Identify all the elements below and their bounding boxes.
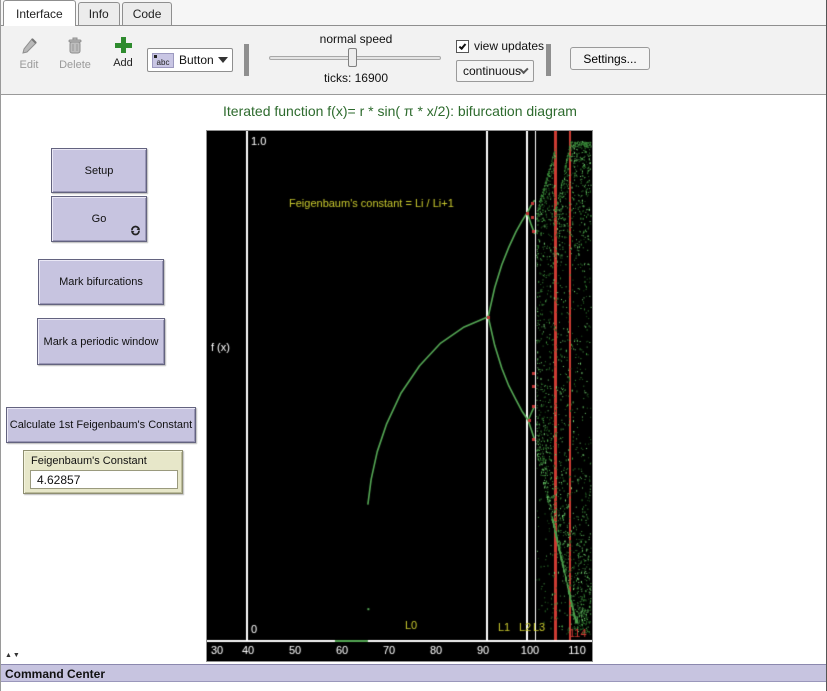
edit-label: Edit (20, 59, 39, 71)
view-updates-checkbox[interactable] (456, 40, 469, 53)
add-button[interactable]: Add (103, 36, 143, 69)
bifurcation-plot (206, 130, 593, 662)
update-mode-dropdown[interactable]: continuous (456, 60, 534, 82)
delete-label: Delete (59, 59, 91, 71)
view-updates-row: view updates (456, 39, 544, 53)
chevron-down-icon (218, 57, 228, 63)
tab-interface[interactable]: Interface (3, 0, 76, 26)
mark-bifurcations-label: Mark bifurcations (59, 276, 143, 288)
widget-type-dropdown[interactable]: abc Button (147, 48, 233, 72)
go-button[interactable]: Go (51, 196, 147, 242)
toolbar-separator (546, 44, 551, 76)
command-center: Command Center (1, 663, 827, 691)
edit-button[interactable]: Edit (9, 36, 49, 71)
pencil-icon (19, 36, 39, 56)
delete-button[interactable]: Delete (53, 36, 97, 71)
speed-slider-label: normal speed (273, 32, 439, 46)
widget-type-value: Button (179, 53, 218, 67)
mark-periodic-window-button[interactable]: Mark a periodic window (37, 318, 165, 365)
plot-canvas (207, 131, 592, 661)
go-label: Go (92, 213, 107, 225)
toolbar: Edit Delete Add abc Button normal speed … (1, 26, 827, 95)
check-icon (459, 42, 467, 50)
plus-icon (114, 36, 132, 54)
setup-label: Setup (85, 165, 114, 177)
speed-slider-thumb[interactable] (348, 48, 357, 67)
calculate-feigenbaum-button[interactable]: Calculate 1st Feigenbaum's Constant (6, 407, 196, 443)
tab-info[interactable]: Info (78, 2, 120, 25)
settings-button[interactable]: Settings... (570, 47, 650, 70)
netlogo-window: Interface Info Code Edit Delete Add abc … (0, 0, 827, 691)
toolbar-separator (244, 44, 249, 76)
monitor-label: Feigenbaum's Constant (24, 451, 182, 467)
mark-periodic-window-label: Mark a periodic window (44, 336, 159, 348)
abc-widget-icon: abc (152, 53, 174, 68)
add-label: Add (113, 57, 133, 69)
setup-button[interactable]: Setup (51, 148, 147, 193)
ticks-counter: ticks: 16900 (273, 71, 439, 85)
command-center-header[interactable]: Command Center (1, 664, 827, 682)
command-center-body[interactable] (1, 683, 827, 691)
interface-canvas: Iterated function f(x)= r * sin( π * x/2… (1, 95, 827, 663)
forever-loop-icon (129, 224, 142, 237)
view-updates-label[interactable]: view updates (474, 39, 544, 53)
tab-bar: Interface Info Code (1, 0, 827, 26)
calculate-feigenbaum-label: Calculate 1st Feigenbaum's Constant (10, 419, 192, 431)
monitor-value: 4.62857 (30, 470, 178, 489)
mark-bifurcations-button[interactable]: Mark bifurcations (38, 259, 164, 305)
update-mode-value: continuous (463, 64, 521, 78)
tab-code[interactable]: Code (122, 2, 173, 25)
splitter-arrows-icon[interactable]: ▲▼ (5, 652, 21, 659)
feigenbaum-monitor: Feigenbaum's Constant 4.62857 (23, 450, 183, 494)
plot-title: Iterated function f(x)= r * sin( π * x/2… (206, 103, 594, 119)
trash-icon (65, 36, 85, 56)
